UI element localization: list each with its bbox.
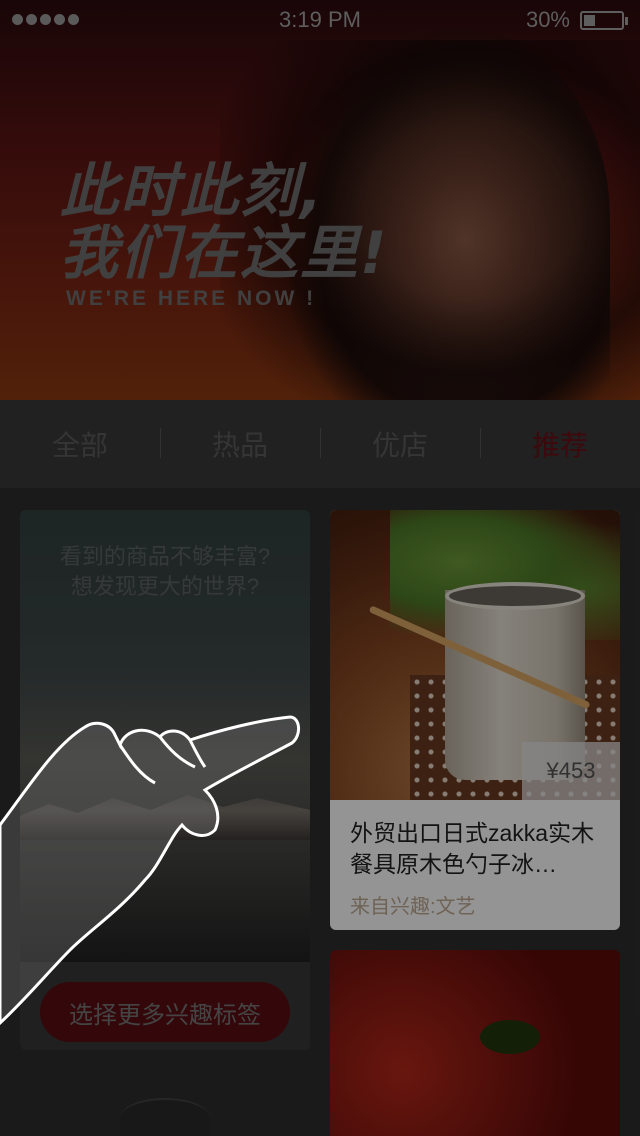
tab-all[interactable]: 全部 bbox=[0, 424, 160, 464]
product-card[interactable]: ¥453 外贸出口日式zakka实木餐具原木色勺子冰… 来自兴趣:文艺 bbox=[330, 510, 620, 930]
tab-hot[interactable]: 热品 bbox=[160, 424, 320, 464]
hero-subtitle: WE'RE HERE NOW ! bbox=[66, 287, 317, 310]
hero-title: 此时此刻, 我们在这里! bbox=[60, 157, 389, 287]
hero-banner[interactable]: 此时此刻, 我们在这里! WE'RE HERE NOW ! bbox=[0, 0, 640, 400]
product-card-tomato[interactable] bbox=[330, 950, 620, 1136]
price-tag: ¥453 bbox=[522, 742, 620, 800]
tab-recommend[interactable]: 推荐 bbox=[480, 424, 640, 464]
product-card-partial[interactable] bbox=[120, 1098, 210, 1136]
status-bar: 3:19 PM 30% bbox=[0, 0, 640, 40]
battery-percent: 30% bbox=[525, 7, 570, 32]
battery-icon bbox=[580, 11, 628, 30]
category-tabs: 全部 热品 优店 推荐 bbox=[0, 400, 640, 488]
product-title[interactable]: 外贸出口日式zakka实木餐具原木色勺子冰… bbox=[350, 818, 605, 880]
discover-text: 看到的商品不够丰富? 想发现更大的世界? bbox=[59, 544, 271, 599]
hand-gesture-icon bbox=[0, 715, 300, 1025]
battery-level bbox=[584, 15, 595, 26]
tab-shops[interactable]: 优店 bbox=[320, 424, 480, 464]
product-source: 来自兴趣:文艺 bbox=[350, 896, 476, 918]
